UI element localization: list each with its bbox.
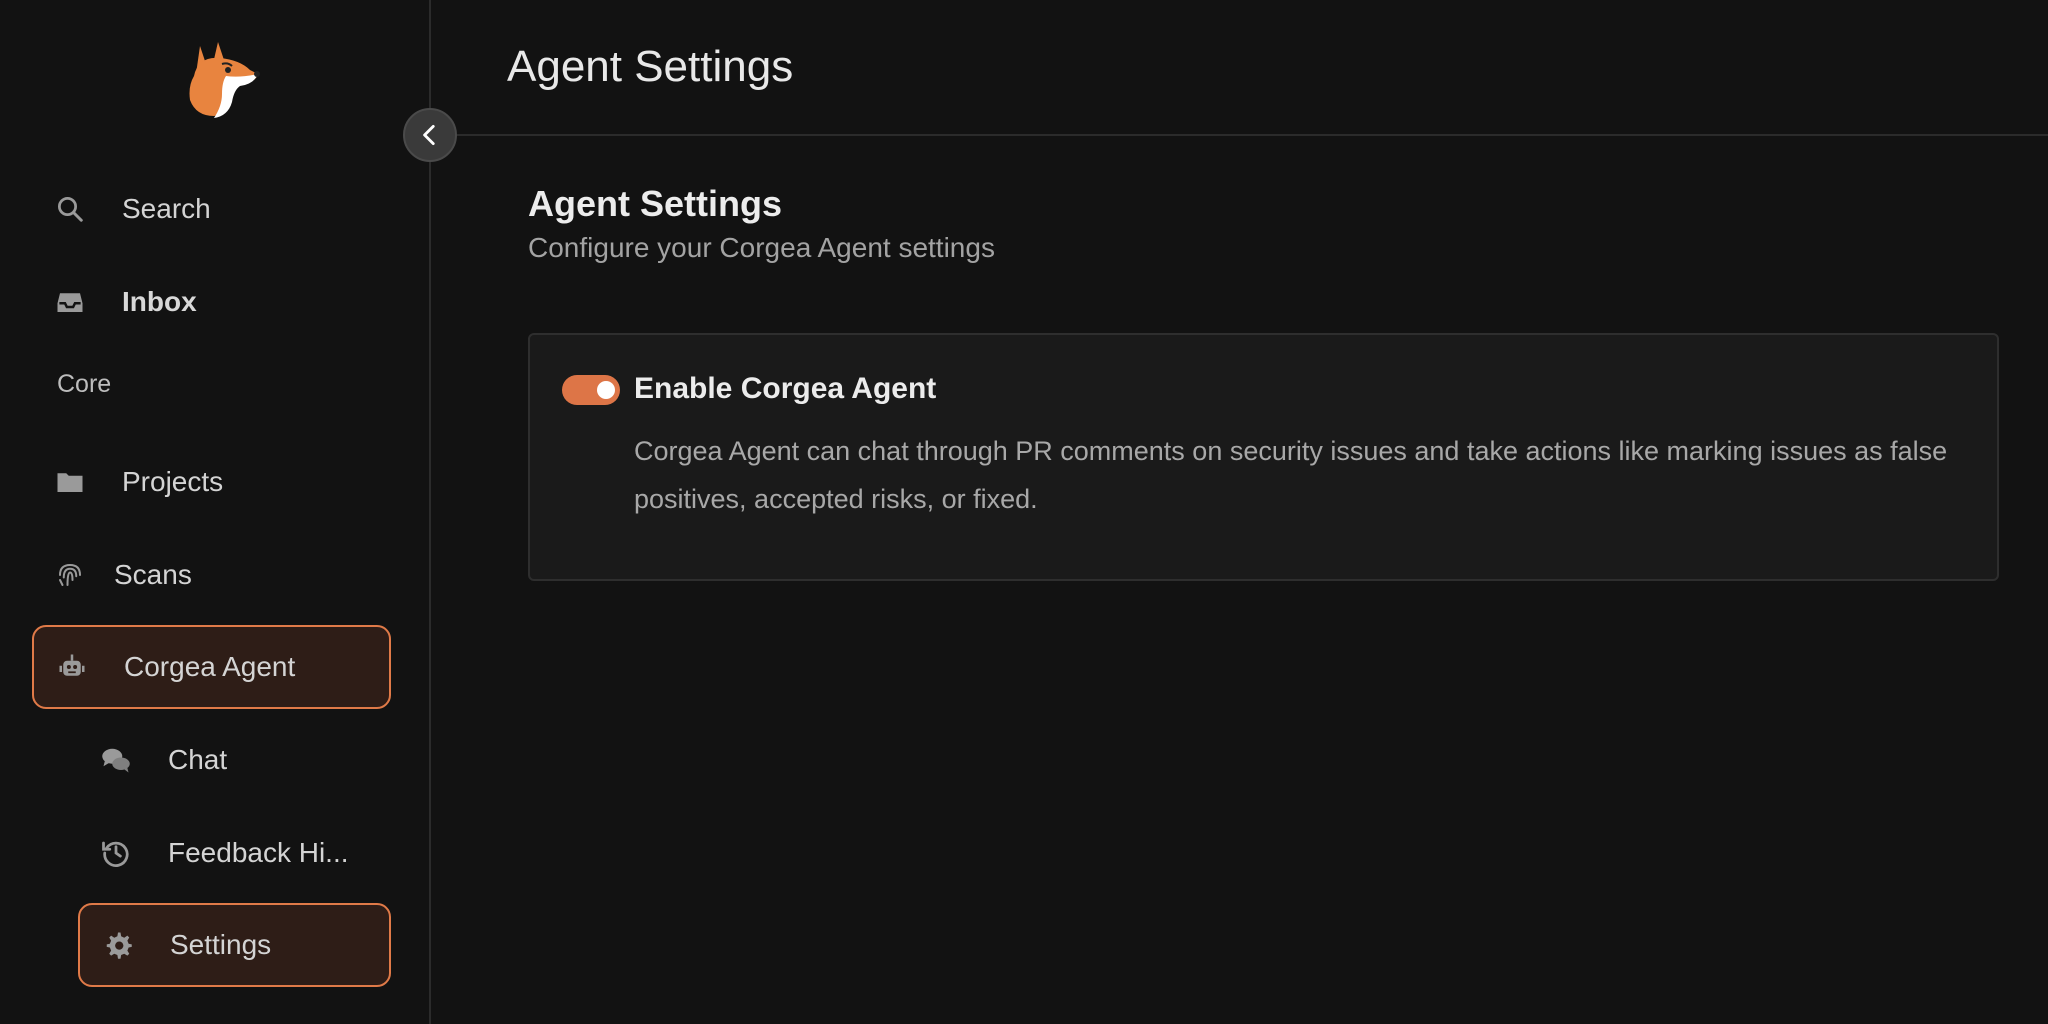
robot-icon [34,652,110,682]
sidebar-item-projects[interactable]: Projects [32,440,391,524]
comments-icon [78,745,154,775]
history-icon [78,838,154,868]
sidebar-item-label: Chat [168,744,228,775]
section-title: Agent Settings [528,183,783,224]
agent-settings-card: Enable Corgea Agent Corgea Agent can cha… [528,333,1999,581]
sidebar-item-label: Feedback Hi... [168,837,349,868]
section-label-core: Core [57,370,112,398]
sidebar-item-label: Search [122,193,211,224]
sidebar: Search Inbox Core Projects Scans Corgea … [0,0,431,1024]
sidebar-item-label: Scans [114,559,192,590]
inbox-icon [32,287,108,317]
collapse-sidebar-button[interactable] [403,108,457,162]
sidebar-item-scans[interactable]: Scans [32,533,391,617]
sidebar-item-label: Settings [170,929,272,960]
chevron-left-icon [423,124,435,146]
folder-icon [32,467,108,497]
enable-agent-toggle[interactable] [562,375,620,405]
search-icon [32,194,108,224]
gear-icon [80,930,156,960]
section-subtitle: Configure your Corgea Agent settings [528,232,995,263]
main-content: Agent Settings Agent Settings Configure … [431,0,2048,1024]
page-header: Agent Settings [431,0,2048,136]
sidebar-item-search[interactable]: Search [32,167,391,251]
enable-agent-label: Enable Corgea Agent [634,372,937,405]
fingerprint-icon [32,560,108,590]
corgi-logo[interactable] [178,36,264,122]
sidebar-item-feedback-history[interactable]: Feedback Hi... [78,811,391,895]
sidebar-item-corgea-agent[interactable]: Corgea Agent [32,625,391,709]
enable-agent-description: Corgea Agent can chat through PR comment… [634,436,1948,514]
sidebar-item-label: Corgea Agent [124,651,296,682]
sidebar-item-chat[interactable]: Chat [78,718,391,802]
toggle-knob [597,381,615,399]
sidebar-item-label: Inbox [122,286,197,317]
sidebar-item-settings[interactable]: Settings [78,903,391,987]
sidebar-item-inbox[interactable]: Inbox [32,260,391,344]
page-title: Agent Settings [507,42,794,91]
sidebar-item-label: Projects [122,466,224,497]
app-window: Search Inbox Core Projects Scans Corgea … [0,0,2048,1024]
